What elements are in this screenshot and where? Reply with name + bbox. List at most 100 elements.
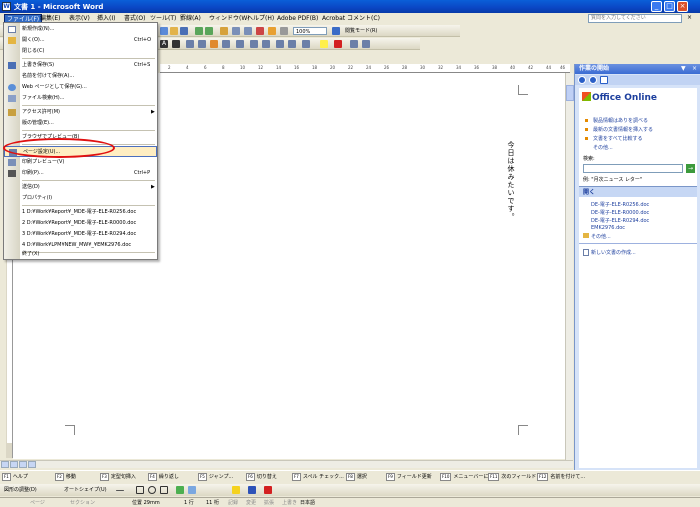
menu-table[interactable]: 罫線(A)	[178, 14, 203, 24]
undo-icon[interactable]	[195, 27, 203, 35]
recent-file-link[interactable]: EMK2976.doc	[591, 225, 625, 231]
office-link[interactable]: 最新の文書情報を挿入する	[593, 126, 653, 133]
line-color-icon[interactable]	[248, 486, 256, 494]
menu-item-send[interactable]: 送信(D) ▶	[4, 182, 157, 193]
bullets-icon[interactable]	[262, 40, 270, 48]
print-layout-button[interactable]	[19, 461, 27, 468]
menu-item-print[interactable]: 印刷(P)... Ctrl+P	[4, 168, 157, 179]
fkey-button[interactable]: F11 次のフィールド	[488, 473, 536, 482]
drawing-icon[interactable]	[256, 27, 264, 35]
menu-item-save-web[interactable]: Web ページとして保存(G)...	[4, 82, 157, 93]
char-border-icon[interactable]	[172, 40, 180, 48]
help-search-input[interactable]: 質問を入力してください	[588, 14, 682, 23]
fkey-button[interactable]: F7 スペル チェック...	[292, 473, 344, 482]
numbering-icon[interactable]	[250, 40, 258, 48]
vertical-scrollbar[interactable]	[565, 73, 574, 463]
search-go-button[interactable]: →	[686, 164, 695, 173]
minimize-button[interactable]: _	[651, 1, 662, 12]
menu-item-close[interactable]: 閉じる(C)	[4, 46, 157, 57]
save-icon[interactable]	[180, 27, 188, 35]
fkey-button[interactable]: F8 選択	[346, 473, 367, 482]
align-right-icon[interactable]	[222, 40, 230, 48]
show-hide-icon[interactable]	[280, 27, 288, 35]
menu-item-exit[interactable]: 終了(X)	[4, 249, 157, 259]
menu-item-file-search[interactable]: ファイル検索(H)...	[4, 93, 157, 104]
menu-item-recent-2[interactable]: 2 D:¥Work¥Report¥_MDE-電子-ELE-R0000.doc	[4, 218, 157, 229]
fkey-button[interactable]: F3 定型句挿入	[100, 473, 136, 482]
office-link[interactable]: 文書をすべて比較する	[593, 135, 642, 142]
home-icon[interactable]	[600, 76, 608, 84]
textbox-icon[interactable]	[160, 486, 168, 494]
hyperlink-icon[interactable]	[220, 27, 228, 35]
recent-file-link[interactable]: DE-電子-ELE-R0294.doc	[591, 217, 649, 224]
fkey-button[interactable]: F4 繰り返し	[148, 473, 179, 482]
recent-file-link[interactable]: DE-電子-ELE-R0000.doc	[591, 209, 649, 216]
line-spacing-icon[interactable]	[236, 40, 244, 48]
menu-adobe-pdf[interactable]: Adobe PDF(B)	[275, 14, 320, 24]
fkey-button[interactable]: F10 メニューバーに	[440, 473, 488, 482]
office-link[interactable]: 製品情報はありを調べる	[593, 117, 648, 124]
document-text[interactable]: 今日は休みたいです。	[506, 141, 516, 221]
web-layout-button[interactable]	[10, 461, 18, 468]
menu-help[interactable]: ヘルプ(H)	[245, 14, 276, 24]
menu-item-print-preview[interactable]: 印刷プレビュー(V)	[4, 157, 157, 168]
horizontal-ruler[interactable]: 2 4 6 8 10 12 14 16 18 20 22 24 26 28 30…	[160, 64, 570, 73]
fkey-button[interactable]: F5 ジャンプ...	[198, 473, 233, 482]
open-icon[interactable]	[170, 27, 178, 35]
draw-font-color-icon[interactable]	[264, 486, 272, 494]
reading-mode-button[interactable]: 閲覧モード(R)	[345, 27, 377, 35]
fill-color-icon[interactable]	[232, 486, 240, 494]
distribute-icon[interactable]	[210, 40, 218, 48]
horizontal-scrollbar[interactable]	[0, 460, 573, 468]
menu-item-new[interactable]: 新規作成(N)...	[4, 24, 157, 35]
redo-icon[interactable]	[205, 27, 213, 35]
clipart-icon[interactable]	[176, 486, 184, 494]
menu-item-open[interactable]: 開く(O)... Ctrl+O	[4, 35, 157, 46]
oval-icon[interactable]	[148, 486, 156, 494]
recent-file-link[interactable]: DE-電子-ELE-R0256.doc	[591, 201, 649, 208]
search-input[interactable]	[583, 164, 683, 173]
forward-icon[interactable]	[589, 76, 597, 84]
table-icon[interactable]	[232, 27, 240, 35]
menu-acrobat-comment[interactable]: Acrobat コメント(C)	[320, 14, 382, 24]
document-map-icon[interactable]	[268, 27, 276, 35]
normal-view-button[interactable]	[1, 461, 9, 468]
maximize-button[interactable]: □	[664, 1, 675, 12]
draw-menu-button[interactable]: 図形の調整(D)	[4, 486, 37, 494]
font-color-icon[interactable]	[334, 40, 342, 48]
columns-icon[interactable]	[244, 27, 252, 35]
fkey-button[interactable]: F12 名前を付けて...	[537, 473, 585, 482]
office-link-more[interactable]: その他...	[593, 144, 613, 151]
more-files-link[interactable]: その他...	[591, 233, 611, 240]
scroll-thumb[interactable]	[566, 85, 574, 101]
font-color-a-icon[interactable]: A	[160, 40, 168, 48]
menu-item-save[interactable]: 上書き保存(S) Ctrl+S	[4, 60, 157, 71]
help-icon[interactable]	[332, 27, 340, 35]
autoshapes-button[interactable]: オートシェイプ(U)	[64, 486, 107, 494]
fkey-button[interactable]: F2 移動	[55, 473, 76, 482]
border-icon[interactable]	[302, 40, 310, 48]
menu-item-recent-1[interactable]: 1 D:¥Work¥Report¥_MDE-電子-ELE-R0256.doc	[4, 207, 157, 218]
highlight-icon[interactable]	[320, 40, 328, 48]
task-pane-close-button[interactable]: ×	[692, 65, 697, 72]
enclose-char-icon[interactable]	[362, 40, 370, 48]
menu-item-recent-3[interactable]: 3 D:¥Work¥Report¥_MDE-電子-ELE-R0294.doc	[4, 229, 157, 240]
back-icon[interactable]	[578, 76, 586, 84]
menu-item-permission[interactable]: アクセス許可(M) ▶	[4, 107, 157, 118]
outline-view-button[interactable]	[28, 461, 36, 468]
align-center-icon[interactable]	[198, 40, 206, 48]
new-icon[interactable]	[160, 27, 168, 35]
close-window-button[interactable]: ×	[677, 1, 688, 12]
fkey-button[interactable]: F6 切り替え	[246, 473, 277, 482]
picture-icon[interactable]	[188, 486, 196, 494]
phonetic-guide-icon[interactable]	[350, 40, 358, 48]
menu-item-save-as[interactable]: 名前を付けて保存(A)...	[4, 71, 157, 82]
decrease-indent-icon[interactable]	[276, 40, 284, 48]
line-icon[interactable]	[116, 490, 124, 491]
align-left-icon[interactable]	[186, 40, 194, 48]
increase-indent-icon[interactable]	[288, 40, 296, 48]
close-document-button[interactable]: ×	[687, 14, 692, 21]
fkey-button[interactable]: F9 フィールド更新	[386, 473, 432, 482]
fkey-button[interactable]: F1 ヘルプ	[2, 473, 28, 482]
task-pane-dropdown-icon[interactable]: ▼	[681, 65, 686, 72]
